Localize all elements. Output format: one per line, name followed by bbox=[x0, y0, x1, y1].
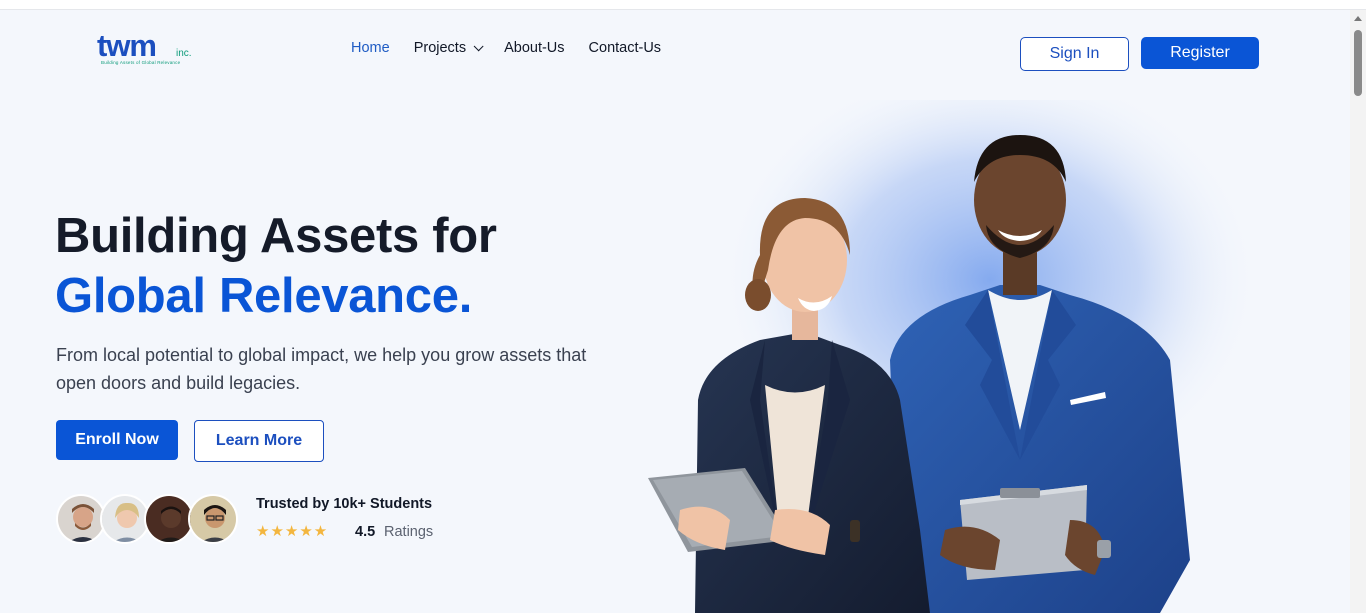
register-button[interactable]: Register bbox=[1141, 37, 1259, 69]
trust-title: Trusted by 10k+ Students bbox=[256, 496, 433, 512]
sign-in-button[interactable]: Sign In bbox=[1020, 37, 1129, 71]
brand-logo[interactable]: twm inc. Building Assets of Global Relev… bbox=[97, 28, 207, 70]
nav-projects-label: Projects bbox=[413, 40, 467, 56]
logo-suffix: inc. bbox=[176, 48, 192, 59]
vertical-scrollbar[interactable] bbox=[1350, 10, 1366, 613]
learn-more-button[interactable]: Learn More bbox=[194, 420, 324, 462]
rating-label: Ratings bbox=[384, 524, 434, 540]
hero-title: Building Assets for Global Relevance. bbox=[55, 206, 497, 326]
scrollbar-thumb[interactable] bbox=[1354, 30, 1362, 96]
browser-top-edge bbox=[0, 0, 1366, 10]
student-avatars bbox=[56, 494, 246, 546]
chevron-down-icon bbox=[473, 40, 484, 51]
rating-value: 4.5 bbox=[355, 524, 376, 540]
page: twm inc. Building Assets of Global Relev… bbox=[0, 10, 1350, 613]
rating-stars: ★★★★★ bbox=[256, 523, 329, 540]
nav-projects[interactable]: Projects bbox=[413, 40, 484, 56]
nav-about-us[interactable]: About-Us bbox=[504, 40, 564, 56]
scroll-up-icon[interactable] bbox=[1354, 16, 1362, 21]
logo-tagline: Building Assets of Global Relevance bbox=[101, 60, 181, 65]
avatar bbox=[56, 494, 106, 544]
avatar bbox=[100, 494, 150, 544]
hero-title-line2: Global Relevance. bbox=[55, 269, 473, 323]
enroll-now-button[interactable]: Enroll Now bbox=[56, 420, 178, 460]
avatar bbox=[188, 494, 238, 544]
hero-illustration bbox=[648, 100, 1260, 613]
avatar bbox=[144, 494, 194, 544]
hero-subtitle: From local potential to global impact, w… bbox=[56, 345, 587, 393]
nav-home[interactable]: Home bbox=[351, 40, 390, 56]
logo-wordmark: twm bbox=[97, 28, 157, 63]
nav-contact-us[interactable]: Contact-Us bbox=[589, 40, 662, 56]
hero-title-line1: Building Assets for bbox=[55, 209, 497, 263]
main-nav: Home Projects About-Us Contact-Us bbox=[351, 40, 685, 56]
